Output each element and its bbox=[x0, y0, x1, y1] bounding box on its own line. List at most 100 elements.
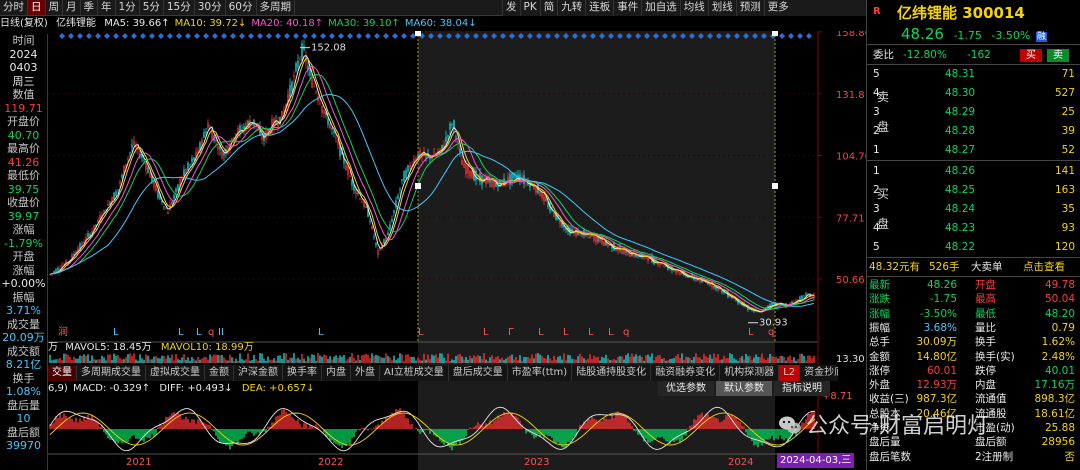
volume-bar bbox=[579, 353, 581, 363]
dea-value: DEA: +0.657↓ bbox=[241, 383, 315, 394]
period-2[interactable]: 周 bbox=[46, 0, 63, 15]
stat-row-1: 涨跌 -1.75 最高 50.04 bbox=[867, 292, 1080, 306]
buybox-level-2[interactable]: 2 48.25 163 bbox=[867, 182, 1080, 198]
indicator-tab-11[interactable]: 陆股通持股变化 bbox=[572, 365, 652, 381]
tool-button-9[interactable]: 预测 bbox=[735, 0, 764, 16]
volume-bar bbox=[571, 358, 573, 363]
volume-bar bbox=[623, 359, 625, 363]
indicator-tab-14[interactable]: L2 bbox=[779, 365, 801, 381]
period-9[interactable]: 30分 bbox=[195, 0, 226, 15]
macd-bar bbox=[489, 420, 491, 429]
buybox-level-1[interactable]: 1 48.26 141 bbox=[867, 163, 1080, 179]
tool-button-4[interactable]: 连板 bbox=[585, 0, 613, 16]
volume-bar bbox=[711, 358, 713, 363]
macd-bar bbox=[767, 429, 769, 440]
big-order-row[interactable]: 48.32元有 526手 大卖单 点击查看 bbox=[867, 259, 1080, 275]
info-7: 40.70 bbox=[7, 128, 40, 142]
candle-body bbox=[243, 126, 245, 130]
period-11[interactable]: 多周期 bbox=[257, 0, 295, 15]
sellbox-level-1[interactable]: 1 48.27 52 bbox=[867, 142, 1080, 158]
indicator-tab-10[interactable]: 市盈率(ttm) bbox=[508, 365, 573, 381]
buybox-label-0: 买 bbox=[877, 187, 890, 201]
sellbox-level-3[interactable]: 3 48.29 25 bbox=[867, 104, 1080, 120]
param-button-1[interactable]: 默认参数 bbox=[716, 381, 772, 396]
sellbox-level-5[interactable]: 5 48.31 71 bbox=[867, 66, 1080, 82]
period-5[interactable]: 年 bbox=[98, 0, 116, 15]
tool-button-3[interactable]: 九转 bbox=[557, 0, 585, 16]
indicator-tab-0[interactable]: 交量 bbox=[48, 365, 77, 381]
volume-bar bbox=[163, 355, 165, 363]
volume-bar bbox=[689, 357, 691, 363]
volume-bar bbox=[369, 358, 371, 363]
tool-button-10[interactable]: 更多 bbox=[763, 0, 792, 16]
macd-bar bbox=[247, 429, 249, 432]
indicator-tab-2[interactable]: 虚拟成交量 bbox=[146, 365, 205, 381]
view-big-orders-link[interactable]: 点击查看 bbox=[1023, 259, 1065, 275]
period-3[interactable]: 月 bbox=[63, 0, 81, 15]
indicator-tab-1[interactable]: 多周期成交量 bbox=[77, 365, 146, 381]
candle-body bbox=[191, 158, 193, 163]
volume-bar bbox=[265, 360, 267, 363]
tool-button-5[interactable]: 事件 bbox=[613, 0, 641, 16]
tool-button-6[interactable]: 加自选 bbox=[641, 0, 680, 16]
indicator-tab-4[interactable]: 沪深金额 bbox=[234, 365, 283, 381]
period-7[interactable]: 5分 bbox=[140, 0, 164, 15]
tool-button-7[interactable]: 均线 bbox=[679, 0, 708, 16]
volume-bar bbox=[183, 354, 185, 363]
buy-button[interactable]: 买 bbox=[1020, 49, 1042, 62]
volume-bar bbox=[271, 360, 273, 363]
indicator-tab-5[interactable]: 换手率 bbox=[283, 365, 322, 381]
macd-bar bbox=[359, 429, 361, 431]
volume-bar bbox=[297, 357, 299, 363]
macd-bar bbox=[741, 425, 743, 429]
indicator-tab-3[interactable]: 金额 bbox=[205, 365, 234, 381]
volume-bar bbox=[247, 353, 249, 363]
volume-bar bbox=[353, 357, 355, 363]
candle-body bbox=[627, 253, 629, 256]
param-button-2[interactable]: 指标说明 bbox=[774, 381, 830, 396]
sell-button[interactable]: 卖 bbox=[1047, 49, 1069, 62]
macd-bar bbox=[417, 429, 419, 432]
period-6[interactable]: 1分 bbox=[116, 0, 140, 15]
sellbox-level-4[interactable]: 4 48.30 527 bbox=[867, 85, 1080, 101]
volume-bar bbox=[383, 357, 385, 363]
candle-body bbox=[659, 263, 661, 265]
sellbox-level-2[interactable]: 2 48.28 39 bbox=[867, 123, 1080, 139]
period-1[interactable]: 日 bbox=[28, 0, 46, 15]
period-10[interactable]: 60分 bbox=[226, 0, 257, 15]
param-button-0[interactable]: 优选参数 bbox=[658, 381, 714, 396]
candle-body bbox=[365, 206, 367, 208]
macd-bar bbox=[663, 429, 665, 439]
candle-body bbox=[771, 302, 773, 306]
kline-chart[interactable]: 152.0830.93润 L L Lq II L L L Γ L L L Lq Lq 13.30 +8.7… bbox=[48, 31, 866, 470]
volume-bar bbox=[239, 353, 241, 363]
indicator-tab-9[interactable]: 盘后成交量 bbox=[449, 365, 508, 381]
tool-button-8[interactable]: 划线 bbox=[707, 0, 736, 16]
info-15: -1.79% bbox=[4, 236, 43, 250]
indicator-tab-13[interactable]: 机构探测器 bbox=[720, 365, 780, 381]
indicator-tab-6[interactable]: 内盘 bbox=[322, 365, 351, 381]
volume-bar bbox=[569, 355, 571, 363]
period-8[interactable]: 15分 bbox=[164, 0, 195, 15]
tool-button-1[interactable]: PK bbox=[519, 0, 540, 16]
indicator-tab-12[interactable]: 融资融券变化 bbox=[651, 365, 721, 381]
indicator-tab-8[interactable]: AI立桩成交量 bbox=[380, 365, 449, 381]
volume-bar bbox=[249, 360, 251, 363]
tool-button-0[interactable]: 发 bbox=[502, 0, 520, 16]
volume-bar bbox=[573, 359, 575, 363]
buybox-level-3[interactable]: 3 48.24 35 bbox=[867, 201, 1080, 217]
indicator-tab-15[interactable]: 资金抄底 bbox=[800, 365, 838, 381]
volume-bar bbox=[515, 356, 517, 363]
volume-bar bbox=[261, 353, 263, 363]
candle-body bbox=[403, 171, 405, 182]
volume-bar bbox=[283, 353, 285, 363]
indicator-tab-7[interactable]: 外盘 bbox=[351, 365, 380, 381]
period-0[interactable]: 分时 bbox=[0, 0, 28, 15]
volume-bar bbox=[63, 353, 65, 363]
buybox-level-5[interactable]: 5 48.22 120 bbox=[867, 239, 1080, 255]
tool-button-2[interactable]: 简 bbox=[539, 0, 558, 16]
macd-bar bbox=[233, 429, 235, 444]
stat-row-8: 收益(三) 987.3亿 流通值 898.3亿 bbox=[867, 392, 1080, 406]
period-4[interactable]: 季 bbox=[81, 0, 98, 15]
buybox-level-4[interactable]: 4 48.23 93 bbox=[867, 220, 1080, 236]
